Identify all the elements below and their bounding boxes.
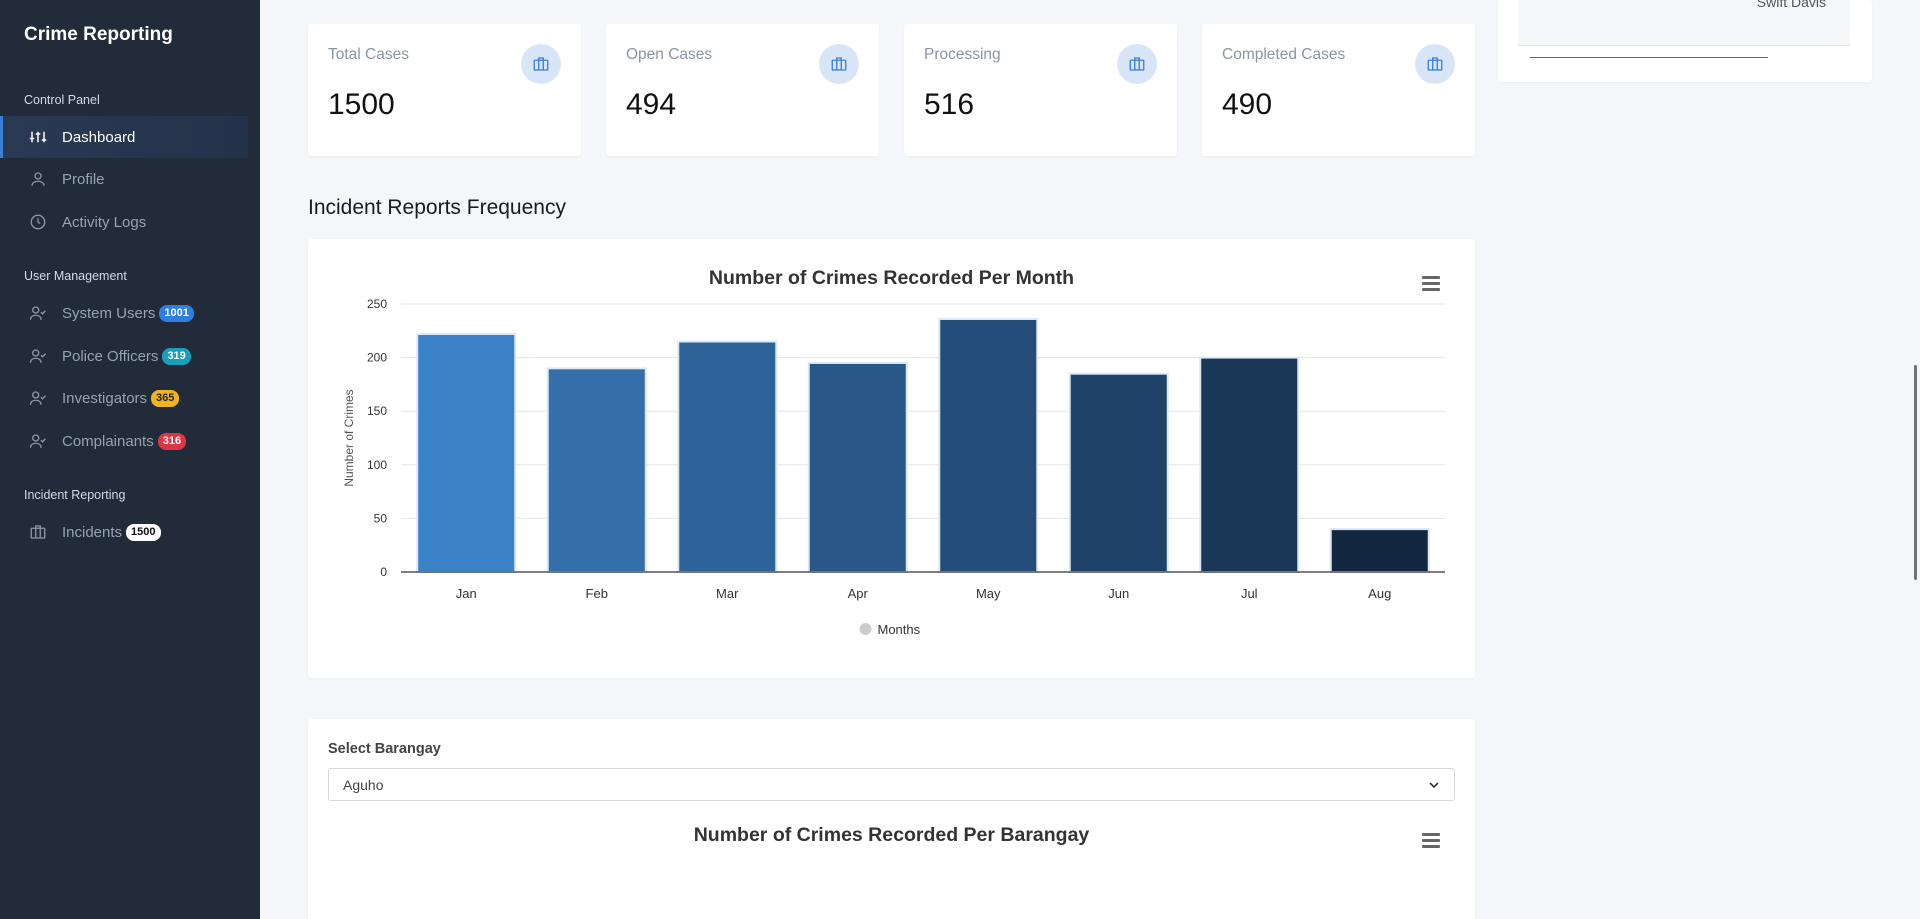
menu-icon[interactable]	[1422, 833, 1440, 849]
sidebar-item-incidents[interactable]: Incidents 1500	[0, 511, 248, 553]
sidebar-item-police-officers[interactable]: Police Officers 319	[0, 335, 248, 377]
briefcase-icon	[1415, 44, 1455, 84]
x-tick-label: Jul	[1241, 586, 1258, 601]
clock-icon	[28, 212, 48, 232]
stat-value: 490	[1222, 88, 1273, 121]
section-title: Incident Reports Frequency	[308, 196, 566, 219]
user-icon	[28, 169, 48, 189]
barangay-select[interactable]: Aguho	[328, 768, 1455, 801]
barangay-chart-card: Select Barangay Aguho Number of Crimes R…	[308, 719, 1475, 919]
stat-value: 1500	[328, 88, 395, 121]
user-check-icon	[28, 346, 48, 366]
x-tick-label: Jun	[1108, 586, 1129, 601]
stat-card-processing: Processing 516	[904, 24, 1177, 156]
user-check-icon	[28, 388, 48, 408]
x-tick-label: Aug	[1368, 586, 1391, 601]
sidebar-item-label: Profile	[62, 170, 105, 188]
chart-bar	[1068, 372, 1169, 573]
stat-card-total-cases: Total Cases 1500	[308, 24, 581, 156]
briefcase-icon	[28, 522, 48, 542]
y-tick-label: 150	[367, 404, 387, 418]
section-heading-user-management: User Management	[24, 269, 127, 283]
x-tick-label: Feb	[586, 586, 608, 601]
sidebar-item-label: Activity Logs	[62, 213, 147, 231]
y-tick-label: 50	[374, 511, 388, 525]
sidebar-item-activity-logs[interactable]: Activity Logs	[0, 201, 248, 243]
stat-title: Total Cases	[328, 46, 409, 63]
brand-title: Crime Reporting	[24, 24, 173, 45]
bar-chart: 0 50 100 150 200 250 Number of Crimes Jan Feb Mar…	[342, 297, 1445, 637]
briefcase-icon	[819, 44, 859, 84]
sidebar-item-label: Police Officers	[62, 347, 159, 365]
sliders-icon	[28, 127, 48, 147]
legend-label: Months	[878, 622, 921, 637]
scrollbar[interactable]	[1914, 365, 1917, 580]
sidebar-item-system-users[interactable]: System Users 1001	[0, 292, 248, 334]
stat-title: Processing	[924, 46, 1001, 63]
count-badge: 1001	[159, 304, 194, 322]
stat-value: 494	[626, 88, 677, 121]
sidebar-item-dashboard[interactable]: Dashboard	[0, 116, 248, 158]
sidebar-item-label: Dashboard	[62, 128, 136, 146]
sidebar: Crime Reporting Control Panel Dashboard …	[0, 0, 260, 919]
count-badge: 319	[162, 347, 191, 365]
chart-bar	[1329, 528, 1430, 573]
chart-bar	[677, 340, 778, 573]
sidebar-item-label: Incidents	[62, 523, 123, 541]
panel-row: Swift Davis	[1518, 0, 1850, 46]
chart-bar	[1199, 356, 1300, 573]
person-name: Swift Davis	[1756, 0, 1826, 10]
briefcase-icon	[521, 44, 561, 84]
chart-bar	[546, 367, 647, 573]
briefcase-icon	[1117, 44, 1157, 84]
y-axis-label: Number of Crimes	[342, 389, 356, 486]
y-tick-label: 0	[380, 565, 387, 579]
sidebar-item-label: Investigators	[62, 389, 148, 407]
stat-title: Open Cases	[626, 46, 713, 63]
y-tick-label: 250	[367, 297, 387, 311]
barangay-select-label: Select Barangay	[328, 741, 441, 757]
chart-bar	[416, 333, 517, 573]
chevron-down-icon	[1429, 782, 1439, 789]
sidebar-item-investigators[interactable]: Investigators 365	[0, 377, 248, 419]
user-check-icon	[28, 431, 48, 451]
stat-card-open-cases: Open Cases 494	[606, 24, 879, 156]
count-badge: 1500	[126, 523, 161, 541]
sidebar-item-complainants[interactable]: Complainants 316	[0, 420, 248, 462]
stat-title: Completed Cases	[1222, 46, 1346, 63]
chart-title: Number of Crimes Recorded Per Barangay	[693, 824, 1090, 846]
count-badge: 365	[151, 389, 180, 407]
y-tick-label: 200	[367, 351, 387, 365]
x-tick-label: Apr	[848, 586, 869, 601]
x-tick-label: May	[976, 586, 1001, 601]
divider	[1530, 57, 1768, 58]
y-tick-label: 100	[367, 458, 387, 472]
x-tick-label: Jan	[456, 586, 477, 601]
user-check-icon	[28, 303, 48, 323]
recent-activity-panel: Swift Davis	[1498, 0, 1872, 82]
sidebar-item-label: System Users	[62, 304, 156, 322]
x-tick-label: Mar	[716, 586, 739, 601]
count-badge: 316	[157, 432, 187, 450]
stat-value: 516	[924, 88, 975, 121]
chart-bar	[807, 361, 908, 573]
section-heading-incident-reporting: Incident Reporting	[24, 488, 126, 502]
legend-marker	[859, 623, 872, 635]
barangay-selected-value: Aguho	[343, 777, 384, 793]
sidebar-item-label: Complainants	[62, 432, 154, 450]
section-heading-control-panel: Control Panel	[24, 93, 100, 107]
sidebar-item-profile[interactable]: Profile	[0, 158, 248, 200]
chart-bar	[938, 318, 1039, 574]
stat-card-completed-cases: Completed Cases 490	[1202, 24, 1475, 156]
monthly-chart-card: Number of Crimes Recorded Per Month 0 50 1…	[308, 239, 1475, 678]
